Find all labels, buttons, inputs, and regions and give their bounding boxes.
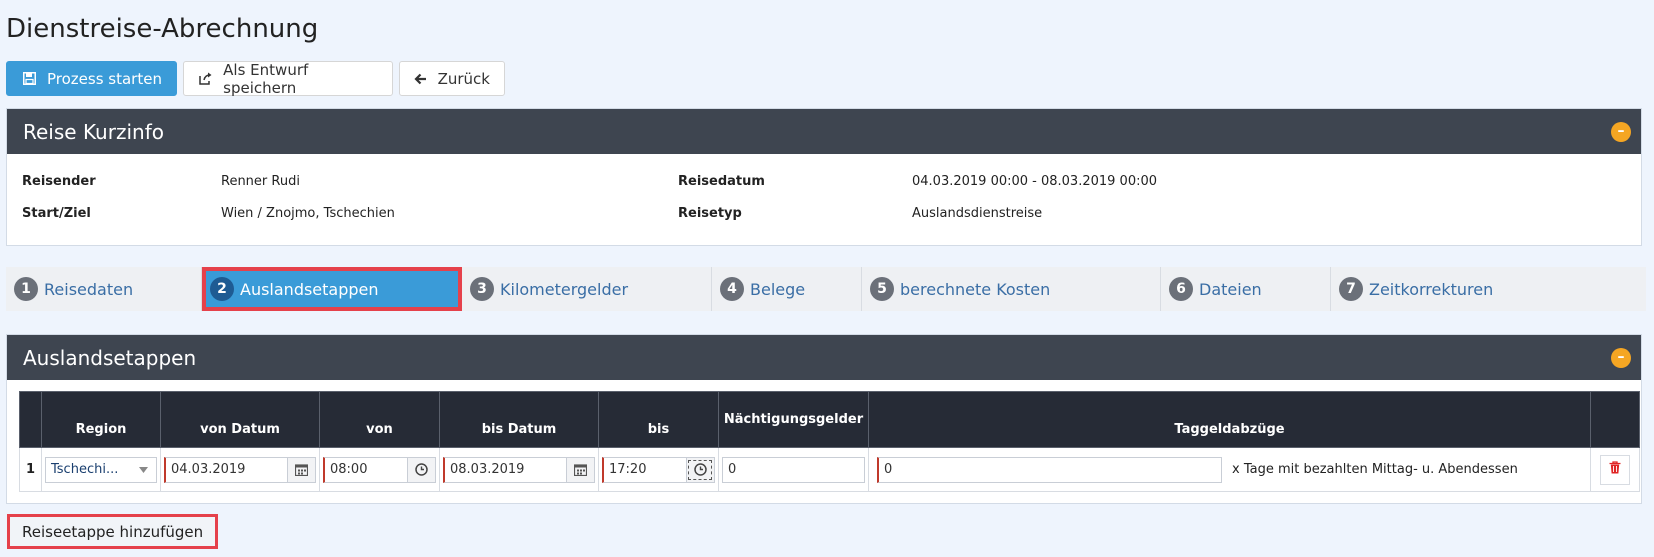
from-date-value: 04.03.2019 [171, 462, 246, 477]
step-time-corrections[interactable]: 7 Zeitkorrekturen [1331, 267, 1646, 311]
step-number: 5 [870, 277, 894, 301]
region-value: Tschechi... [51, 462, 119, 477]
region-cell: Tschechi... [41, 447, 161, 492]
to-date-input[interactable]: 08.03.2019 [443, 456, 595, 483]
table-row: 1 Tschechi... 04.03.2019 08:00 08.03.201… [19, 447, 1640, 492]
step-mileage[interactable]: 3 Kilometergelder [462, 267, 712, 311]
from-date-input[interactable]: 04.03.2019 [164, 456, 316, 483]
arrow-left-icon [414, 73, 428, 85]
step-label: berechnete Kosten [900, 279, 1051, 299]
step-travel-data[interactable]: 1 Reisedaten [6, 267, 202, 311]
to-date-cell: 08.03.2019 [439, 447, 599, 492]
save-draft-button[interactable]: Als Entwurf speichern [182, 60, 393, 97]
collapse-icon[interactable]: – [1611, 122, 1631, 142]
actions-cell [1590, 447, 1640, 492]
step-number: 4 [720, 277, 744, 301]
column-header: von Datum [160, 391, 320, 448]
step-label: Reisedaten [44, 279, 134, 299]
trip-type-value: Auslandsdienstreise [912, 206, 1043, 221]
calendar-icon[interactable] [287, 457, 315, 482]
calendar-icon[interactable] [566, 457, 594, 482]
route-value: Wien / Znojmo, Tschechien [221, 206, 395, 221]
to-time-input[interactable]: 17:20 [602, 456, 715, 483]
trip-info-panel: Reise Kurzinfo – Reisender Renner Rudi S… [6, 108, 1642, 246]
overnight-input[interactable]: 0 [722, 456, 865, 483]
trash-icon [1609, 461, 1621, 478]
from-time-cell: 08:00 [319, 447, 440, 492]
from-time-input[interactable]: 08:00 [323, 456, 436, 483]
step-files[interactable]: 6 Dateien [1161, 267, 1331, 311]
collapse-icon[interactable]: – [1611, 348, 1631, 368]
page-title: Dienstreise-Abrechnung [6, 14, 319, 44]
column-header: Taggeldabzüge [868, 391, 1591, 448]
toolbar: Prozess starten Als Entwurf speichern Zu… [6, 60, 505, 97]
trip-date-value: 04.03.2019 00:00 - 08.03.2019 00:00 [912, 174, 1158, 189]
index-header [19, 391, 42, 448]
step-label: Auslandsetappen [240, 279, 379, 299]
step-number: 6 [1169, 277, 1193, 301]
region-select[interactable]: Tschechi... [45, 456, 157, 483]
chevron-down-icon [139, 462, 148, 477]
trip-info-title: Reise Kurzinfo [23, 119, 164, 144]
share-icon [198, 72, 213, 85]
step-label: Zeitkorrekturen [1369, 279, 1494, 299]
step-number: 2 [210, 277, 234, 301]
save-draft-label: Als Entwurf speichern [223, 60, 309, 97]
overnight-cell: 0 [718, 447, 869, 492]
step-number: 3 [470, 277, 494, 301]
trip-date-label: Reisedatum [678, 174, 765, 189]
traveler-value: Renner Rudi [221, 174, 300, 189]
step-calculated-costs[interactable]: 5 berechnete Kosten [862, 267, 1161, 311]
row-index: 1 [19, 447, 42, 492]
to-time-cell: 17:20 [598, 447, 719, 492]
column-header: Region [41, 391, 161, 448]
deduction-cell: 0 x Tage mit bezahlten Mittag- u. Abende… [868, 447, 1591, 492]
trip-info-body: Reisender Renner Rudi Start/Ziel Wien / … [7, 154, 1641, 246]
foreign-stages-header: Auslandsetappen – [7, 335, 1641, 380]
clock-icon[interactable] [686, 457, 714, 482]
start-process-button[interactable]: Prozess starten [6, 61, 177, 96]
step-receipts[interactable]: 4 Belege [712, 267, 862, 311]
foreign-stages-title: Auslandsetappen [23, 345, 197, 370]
foreign-stages-panel: Auslandsetappen – Region von Datum von b… [6, 334, 1642, 504]
step-label: Dateien [1199, 279, 1262, 299]
stages-table: Region von Datum von bis Datum bis Nächt… [19, 391, 1640, 492]
delete-row-button[interactable] [1600, 454, 1630, 485]
column-header: bis Datum [439, 391, 599, 448]
deduction-value: 0 [884, 462, 893, 477]
wizard-steps: 1 Reisedaten 2 Auslandsetappen 3 Kilomet… [6, 267, 1646, 311]
step-label: Belege [750, 279, 806, 299]
column-header: bis [598, 391, 719, 448]
traveler-label: Reisender [22, 174, 96, 189]
actions-header [1590, 391, 1640, 448]
trip-info-header: Reise Kurzinfo – [7, 109, 1641, 154]
clock-icon[interactable] [407, 457, 435, 482]
start-process-label: Prozess starten [47, 69, 162, 88]
from-time-value: 08:00 [330, 462, 368, 477]
step-foreign-stages[interactable]: 2 Auslandsetappen [202, 267, 462, 311]
route-label: Start/Ziel [22, 206, 91, 221]
from-date-cell: 04.03.2019 [160, 447, 320, 492]
deduction-input[interactable]: 0 [877, 456, 1222, 483]
back-button[interactable]: Zurück [398, 61, 505, 96]
overnight-value: 0 [728, 462, 737, 477]
step-number: 7 [1339, 277, 1363, 301]
step-label: Kilometergelder [500, 279, 629, 299]
deduction-suffix: x Tage mit bezahlten Mittag- u. Abendess… [1232, 462, 1518, 477]
to-date-value: 08.03.2019 [450, 462, 525, 477]
save-icon [21, 72, 37, 85]
column-header: Nächtigungsgelder [718, 391, 869, 448]
column-header: von [319, 391, 440, 448]
back-label: Zurück [437, 69, 490, 88]
trip-type-label: Reisetyp [678, 206, 742, 221]
step-number: 1 [14, 277, 38, 301]
to-time-value: 17:20 [609, 462, 647, 477]
add-stage-button[interactable]: Reiseetappe hinzufügen [7, 514, 219, 549]
